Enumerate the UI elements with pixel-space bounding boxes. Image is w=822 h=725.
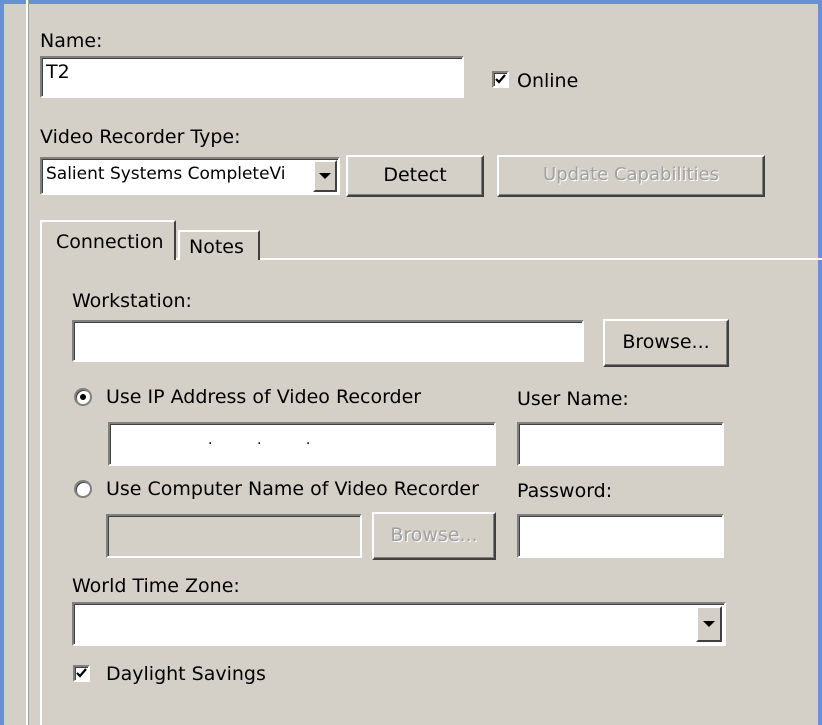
ip-address-field[interactable]: . . . bbox=[108, 422, 496, 466]
password-label: Password: bbox=[517, 480, 613, 502]
use-computer-name-radio[interactable] bbox=[74, 480, 92, 498]
checkmark-icon bbox=[495, 74, 506, 84]
computer-name-browse-button: Browse... bbox=[372, 512, 496, 560]
use-ip-radio[interactable] bbox=[74, 388, 92, 406]
use-ip-label: Use IP Address of Video Recorder bbox=[106, 386, 422, 408]
timezone-dropdown-button[interactable] bbox=[696, 606, 722, 642]
tab-connection[interactable]: Connection bbox=[40, 220, 176, 260]
window-frame-top bbox=[0, 0, 822, 4]
daylight-savings-label: Daylight Savings bbox=[106, 663, 266, 685]
username-label: User Name: bbox=[517, 388, 629, 410]
computer-name-field bbox=[106, 514, 362, 558]
detect-button[interactable]: Detect bbox=[346, 155, 484, 197]
checkmark-icon bbox=[76, 668, 87, 678]
recorder-type-label: Video Recorder Type: bbox=[40, 126, 241, 148]
workstation-field[interactable] bbox=[72, 320, 584, 362]
chevron-down-icon bbox=[703, 621, 715, 627]
daylight-savings-checkbox[interactable] bbox=[73, 665, 90, 682]
workstation-browse-button[interactable]: Browse... bbox=[603, 319, 729, 367]
workstation-label: Workstation: bbox=[72, 290, 192, 312]
timezone-select[interactable] bbox=[72, 602, 726, 646]
window-frame-left bbox=[0, 0, 4, 725]
panel-edge-shadow bbox=[28, 0, 29, 725]
online-checkbox[interactable] bbox=[492, 71, 509, 88]
chevron-down-icon bbox=[319, 173, 331, 179]
tab-notes[interactable]: Notes bbox=[178, 230, 260, 260]
online-label: Online bbox=[517, 70, 579, 92]
tab-panel-left-edge bbox=[40, 258, 42, 725]
username-field[interactable] bbox=[517, 422, 724, 466]
window-frame-right bbox=[818, 0, 822, 725]
name-field[interactable]: T2 bbox=[40, 56, 464, 98]
use-computer-name-label: Use Computer Name of Video Recorder bbox=[106, 478, 479, 500]
name-label: Name: bbox=[40, 30, 103, 52]
radio-selected-dot bbox=[80, 394, 86, 400]
recorder-type-select[interactable]: Salient Systems CompleteVi bbox=[40, 157, 340, 195]
recorder-type-dropdown-button[interactable] bbox=[313, 160, 337, 192]
timezone-label: World Time Zone: bbox=[72, 575, 240, 597]
ip-address-separators: . . . bbox=[208, 432, 311, 448]
password-field[interactable] bbox=[517, 514, 724, 558]
recorder-type-value: Salient Systems CompleteVi bbox=[46, 164, 286, 184]
update-capabilities-button: Update Capabilities bbox=[497, 155, 765, 197]
tab-strip-line bbox=[174, 258, 822, 260]
